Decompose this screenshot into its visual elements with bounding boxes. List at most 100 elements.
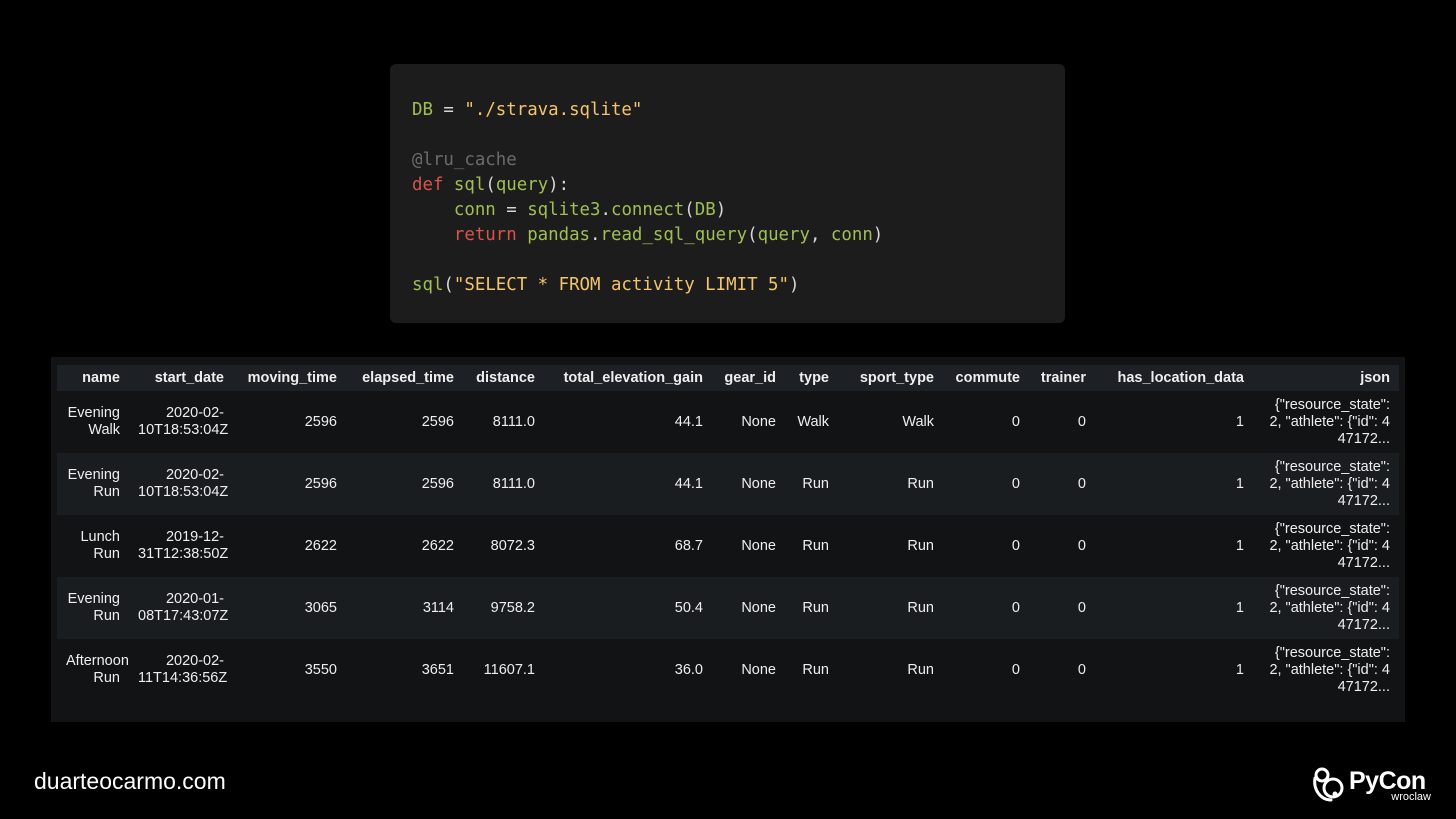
code-token: , — [809, 225, 831, 245]
table-body: Evening Walk 2020-02-10T18:53:04Z 2596 2596… — [57, 391, 1399, 701]
code-token: sql — [453, 175, 486, 195]
code-token: = — [495, 200, 528, 220]
code-token: . — [600, 200, 611, 220]
cell-moving-time: 2622 — [233, 515, 346, 577]
cell-distance: 8111.0 — [463, 391, 544, 453]
code-token: @lru_cache — [412, 150, 517, 170]
cell-elapsed-time: 2596 — [346, 391, 463, 453]
cell-commute: 0 — [943, 639, 1029, 701]
cell-type: Walk — [785, 391, 838, 453]
cell-json: {"resource_state": 2, "athlete": {"id": … — [1253, 639, 1399, 701]
cell-text: Evening Run — [67, 591, 120, 624]
cell-distance: 11607.1 — [463, 639, 544, 701]
activity-table: name start_date moving_time elapsed_time dis… — [57, 365, 1399, 701]
cell-moving-time: 2596 — [233, 453, 346, 515]
code-block: DB = "./strava.sqlite" @lru_cachedef sql… — [390, 64, 1065, 323]
table-row: Evening Run 2020-01-08T17:43:07Z 3065 3114 9… — [57, 577, 1399, 639]
cell-sport-type: Run — [838, 639, 943, 701]
code-line: return pandas.read_sql_query(query, conn… — [412, 223, 1065, 248]
code-token: ): — [548, 175, 570, 195]
cell-moving-time: 3550 — [233, 639, 346, 701]
cell-text: {"resource_state": 2, "athlete": {"id": … — [1269, 396, 1390, 447]
cell-text: 2019-12-31T12:38:50Z — [138, 529, 229, 562]
cell-text: Lunch Run — [80, 529, 120, 562]
code-token: connect — [610, 200, 685, 220]
cell-trainer: 0 — [1029, 453, 1095, 515]
cell-elapsed-time: 3114 — [346, 577, 463, 639]
column-header-moving-time: moving_time — [233, 365, 346, 391]
cell-total-elevation-gain: 50.4 — [544, 577, 712, 639]
code-token: query — [757, 225, 810, 245]
cell-gear-id: None — [712, 639, 785, 701]
cell-name: Evening Walk — [57, 391, 129, 453]
cell-commute: 0 — [943, 453, 1029, 515]
cell-text: Evening Walk — [67, 405, 120, 438]
cell-gear-id: None — [712, 453, 785, 515]
cell-name: Evening Run — [57, 577, 129, 639]
cell-moving-time: 2596 — [233, 391, 346, 453]
code-token: ) — [788, 275, 800, 295]
cell-text: {"resource_state": 2, "athlete": {"id": … — [1269, 644, 1390, 695]
cell-elapsed-time: 3651 — [346, 639, 463, 701]
cell-text: 2020-02-10T18:53:04Z — [138, 467, 229, 500]
cell-distance: 9758.2 — [463, 577, 544, 639]
cell-distance: 8111.0 — [463, 453, 544, 515]
column-header-trainer: trainer — [1029, 365, 1095, 391]
cell-total-elevation-gain: 44.1 — [544, 453, 712, 515]
code-line: sql("SELECT * FROM activity LIMIT 5") — [412, 273, 1065, 298]
code-line: def sql(query): — [412, 173, 1065, 198]
cell-text: {"resource_state": 2, "athlete": {"id": … — [1269, 458, 1390, 509]
column-header-name: name — [57, 365, 129, 391]
code-token: conn — [830, 225, 873, 245]
code-token: query — [495, 175, 549, 195]
cell-sport-type: Run — [838, 515, 943, 577]
cell-type: Run — [785, 515, 838, 577]
cell-trainer: 0 — [1029, 515, 1095, 577]
table-row: Evening Run 2020-02-10T18:53:04Z 2596 2596 8… — [57, 453, 1399, 515]
code-token: sql — [412, 275, 444, 295]
table-row: Lunch Run 2019-12-31T12:38:50Z 2622 2622 807… — [57, 515, 1399, 577]
cell-start-date: 2020-02-10T18:53:04Z — [129, 453, 233, 515]
column-header-sport-type: sport_type — [838, 365, 943, 391]
cell-start-date: 2020-02-11T14:36:56Z — [129, 639, 233, 701]
dataframe-output: name start_date moving_time elapsed_time dis… — [51, 357, 1405, 722]
cell-json: {"resource_state": 2, "athlete": {"id": … — [1253, 515, 1399, 577]
cell-json: {"resource_state": 2, "athlete": {"id": … — [1253, 391, 1399, 453]
cell-total-elevation-gain: 44.1 — [544, 391, 712, 453]
code-token: ( — [443, 275, 454, 295]
column-header-distance: distance — [463, 365, 544, 391]
code-token: pandas — [527, 225, 591, 245]
cell-has-location-data: 1 — [1095, 391, 1253, 453]
cell-commute: 0 — [943, 515, 1029, 577]
code-token: ) — [715, 200, 727, 220]
code-token: read_sql_query — [600, 225, 748, 245]
cell-elapsed-time: 2596 — [346, 453, 463, 515]
code-token: "./strava.sqlite" — [464, 100, 643, 120]
code-token: ) — [872, 225, 884, 245]
column-header-has-location-data: has_location_data — [1095, 365, 1253, 391]
cell-total-elevation-gain: 68.7 — [544, 515, 712, 577]
cell-type: Run — [785, 639, 838, 701]
table-row: Afternoon Run 2020-02-11T14:36:56Z 3550 365… — [57, 639, 1399, 701]
cell-has-location-data: 1 — [1095, 639, 1253, 701]
table-header-row: name start_date moving_time elapsed_time dis… — [57, 365, 1399, 391]
cell-text: Afternoon Run — [66, 653, 129, 686]
cell-name: Evening Run — [57, 453, 129, 515]
cell-name: Afternoon Run — [57, 639, 129, 701]
code-line: DB = "./strava.sqlite" — [412, 98, 1065, 123]
cell-elapsed-time: 2622 — [346, 515, 463, 577]
cell-gear-id: None — [712, 391, 785, 453]
cell-start-date: 2019-12-31T12:38:50Z — [129, 515, 233, 577]
code-token: ( — [485, 175, 496, 195]
code-token: "SELECT * FROM activity LIMIT 5" — [453, 275, 789, 295]
cell-text: Evening Run — [67, 467, 120, 500]
cell-text: {"resource_state": 2, "athlete": {"id": … — [1269, 582, 1390, 633]
cell-text: 2020-02-10T18:53:04Z — [138, 405, 229, 438]
cell-distance: 8072.3 — [463, 515, 544, 577]
cell-name: Lunch Run — [57, 515, 129, 577]
